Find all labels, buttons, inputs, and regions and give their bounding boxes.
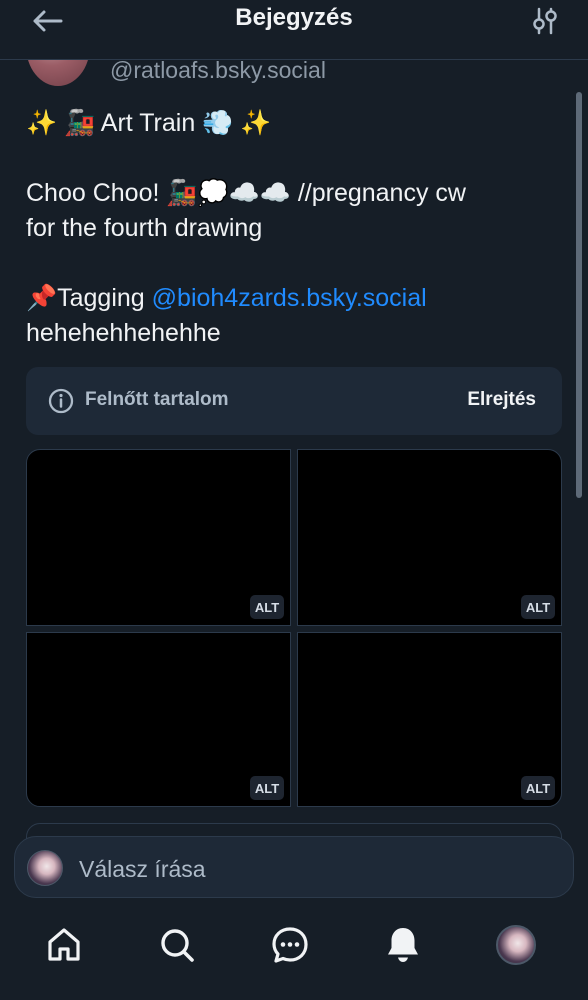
bottom-navigation [0, 905, 588, 1000]
tagging-line: 📌Tagging @bioh4zards.bsky.social [26, 281, 566, 316]
nav-search-button[interactable] [155, 923, 199, 967]
nav-home-button[interactable] [42, 923, 86, 967]
scrollbar[interactable] [576, 92, 582, 498]
hide-content-button[interactable]: Elrejtés [467, 389, 536, 411]
nav-notifications-button[interactable] [381, 923, 425, 967]
author-handle[interactable]: @ratloafs.bsky.social [110, 57, 326, 84]
mention-link[interactable]: @bioh4zards.bsky.social [152, 284, 427, 312]
user-avatar [27, 850, 63, 886]
post-text-line: for the fourth drawing [26, 214, 263, 242]
alt-badge[interactable]: ALT [250, 595, 284, 619]
post-title-line: ✨ 🚂 Art Train 💨 ✨ [26, 109, 272, 137]
thread-settings-button[interactable] [530, 6, 560, 36]
profile-avatar [496, 925, 536, 965]
content-warning-label: Felnőtt tartalom [85, 389, 229, 410]
info-circle-icon [48, 388, 74, 414]
post-text-line: Choo Choo! 🚂💭☁️☁️ //pregnancy cw [26, 179, 466, 207]
image-tile[interactable]: ALT [26, 632, 291, 807]
image-tile[interactable]: ALT [297, 449, 562, 626]
image-tile[interactable]: ALT [297, 632, 562, 807]
image-gallery: ALT ALT ALT ALT [26, 449, 562, 807]
reply-input-placeholder[interactable]: Válasz írása [79, 856, 206, 883]
page-title: Bejegyzés [235, 4, 353, 31]
post-body: ✨ 🚂 Art Train 💨 ✨ Choo Choo! 🚂💭☁️☁️ //pr… [26, 106, 566, 351]
alt-badge[interactable]: ALT [250, 776, 284, 800]
home-icon [48, 928, 80, 961]
notifications-icon [388, 928, 418, 962]
image-tile[interactable]: ALT [26, 449, 291, 626]
sliders-icon [533, 7, 557, 35]
content-warning-banner: Felnőtt tartalom Elrejtés [26, 367, 562, 435]
post-text-line: hehehehhehehhe [26, 319, 221, 347]
alt-badge[interactable]: ALT [521, 595, 555, 619]
alt-badge[interactable]: ALT [521, 776, 555, 800]
tagging-prefix: 📌Tagging [26, 284, 152, 312]
nav-chat-button[interactable] [268, 923, 312, 967]
reply-composer[interactable]: Válasz írása [14, 836, 574, 898]
search-icon [161, 929, 194, 962]
chat-icon [272, 927, 308, 963]
nav-profile-button[interactable] [494, 923, 538, 967]
top-bar: Bejegyzés [0, 0, 588, 60]
